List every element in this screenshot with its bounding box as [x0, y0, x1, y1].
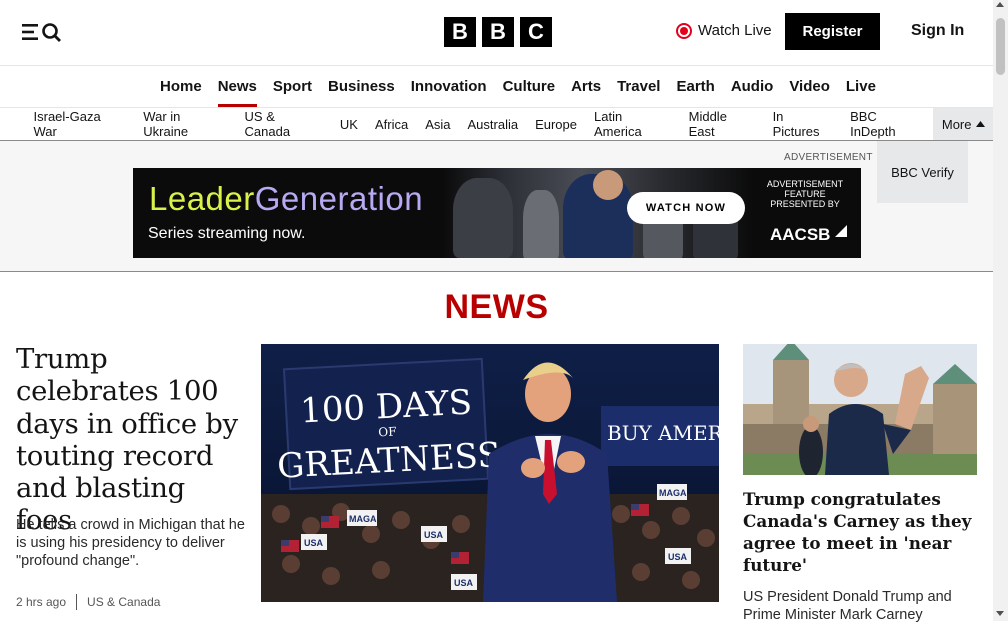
page-scrollbar[interactable] — [993, 0, 1008, 621]
side-story-headline[interactable]: Trump congratulates Canada's Carney as t… — [743, 488, 977, 576]
more-label: More — [941, 116, 972, 132]
ad-title: LeaderGeneration — [149, 180, 424, 217]
story-timestamp: 2 hrs ago — [16, 595, 67, 609]
side-story-summary: US President Donald Trump and Prime Mini… — [743, 589, 952, 623]
live-icon — [676, 22, 692, 39]
news-sub-nav: Israel-Gaza War War in Ukraine US & Cana… — [0, 108, 993, 141]
nav-item-culture[interactable]: Culture — [495, 66, 564, 107]
subnav-item-bbc-indepth[interactable]: BBC InDepth — [842, 108, 934, 140]
sign-in-link[interactable]: Sign In — [911, 22, 964, 40]
watch-live-label: Watch Live — [698, 22, 772, 39]
main-story-image[interactable]: 100 DAYS OF GREATNESS BUY AMERICA USA MA… — [261, 344, 719, 602]
subnav-item-israel-gaza-war[interactable]: Israel-Gaza War — [25, 108, 135, 140]
main-story-meta: 2 hrs ago US & Canada — [16, 594, 160, 610]
svg-text:USA: USA — [668, 552, 688, 562]
nav-item-audio[interactable]: Audio — [723, 66, 782, 107]
ad-sponsor-logo: AACSB — [770, 225, 848, 245]
subnav-item-latin-america[interactable]: Latin America — [586, 108, 681, 140]
nav-item-live[interactable]: Live — [838, 66, 884, 107]
ad-presented-by: ADVERTISEMENT FEATURE PRESENTED BY — [766, 179, 844, 209]
svg-text:OF: OF — [378, 424, 397, 439]
meta-divider — [76, 594, 78, 610]
section-title: NEWS — [444, 288, 549, 326]
ad-subtitle: Series streaming now. — [148, 225, 306, 242]
subnav-item-war-in-ukraine[interactable]: War in Ukraine — [135, 108, 236, 140]
logo-letter-b2: B — [482, 17, 514, 47]
svg-text:MAGA: MAGA — [349, 514, 377, 524]
subnav-item-asia[interactable]: Asia — [417, 108, 459, 140]
nav-item-video[interactable]: Video — [781, 66, 838, 107]
side-story-image[interactable] — [743, 344, 977, 475]
main-nav: Home News Sport Business Innovation Cult… — [0, 66, 993, 108]
svg-text:USA: USA — [304, 538, 324, 548]
logo-letter-c: C — [520, 17, 552, 47]
nav-item-sport[interactable]: Sport — [265, 66, 320, 107]
advertisement-label: ADVERTISEMENT — [784, 152, 873, 163]
logo-letter-b1: B — [444, 17, 476, 47]
main-story-summary: He tells a crowd in Michigan that he is … — [16, 517, 245, 569]
story-category-link[interactable]: US & Canada — [87, 595, 160, 609]
subnav-more-button[interactable]: More — [933, 108, 993, 140]
scrollbar-thumb[interactable] — [996, 18, 1005, 75]
subnav-item-in-pictures[interactable]: In Pictures — [764, 108, 842, 140]
svg-text:BUY AMERICA: BUY AMERICA — [607, 421, 719, 445]
nav-item-home[interactable]: Home — [152, 66, 210, 107]
nav-item-travel[interactable]: Travel — [609, 66, 668, 107]
search-icon — [42, 23, 61, 42]
trump-rally-photo: 100 DAYS OF GREATNESS BUY AMERICA USA MA… — [261, 344, 719, 602]
sponsor-mark-icon — [835, 225, 848, 237]
nav-item-news[interactable]: News — [210, 66, 265, 107]
nav-item-earth[interactable]: Earth — [668, 66, 722, 107]
nav-item-business[interactable]: Business — [320, 66, 403, 107]
subnav-item-africa[interactable]: Africa — [366, 108, 416, 140]
nav-item-arts[interactable]: Arts — [563, 66, 609, 107]
svg-text:USA: USA — [454, 578, 474, 588]
scroll-down-arrow-icon[interactable] — [996, 611, 1004, 616]
advertisement-banner[interactable]: LeaderGeneration Series streaming now. W… — [133, 168, 861, 258]
carney-parliament-photo — [743, 344, 977, 475]
ad-watch-now-button[interactable]: WATCH NOW — [627, 192, 745, 224]
site-header: B B C Watch Live Register Sign In — [0, 0, 993, 66]
caret-up-icon — [975, 121, 985, 127]
bbc-logo[interactable]: B B C — [444, 17, 552, 47]
watch-live-link[interactable]: Watch Live — [676, 22, 772, 39]
hamburger-menu-icon — [22, 23, 61, 42]
subnav-item-australia[interactable]: Australia — [459, 108, 527, 140]
main-story-headline[interactable]: Trump celebrates 100 days in office by t… — [16, 343, 248, 537]
subnav-item-uk[interactable]: UK — [331, 108, 366, 140]
more-dropdown-item-bbc-verify[interactable]: BBC Verify — [877, 141, 968, 203]
menu-search-button[interactable] — [21, 21, 63, 43]
register-button[interactable]: Register — [785, 13, 880, 50]
subnav-item-middle-east[interactable]: Middle East — [680, 108, 764, 140]
subnav-item-us-canada[interactable]: US & Canada — [236, 108, 331, 140]
nav-item-innovation[interactable]: Innovation — [403, 66, 495, 107]
svg-text:MAGA: MAGA — [659, 488, 687, 498]
svg-text:USA: USA — [424, 530, 444, 540]
scroll-up-arrow-icon[interactable] — [996, 2, 1004, 7]
subnav-item-europe[interactable]: Europe — [527, 108, 586, 140]
